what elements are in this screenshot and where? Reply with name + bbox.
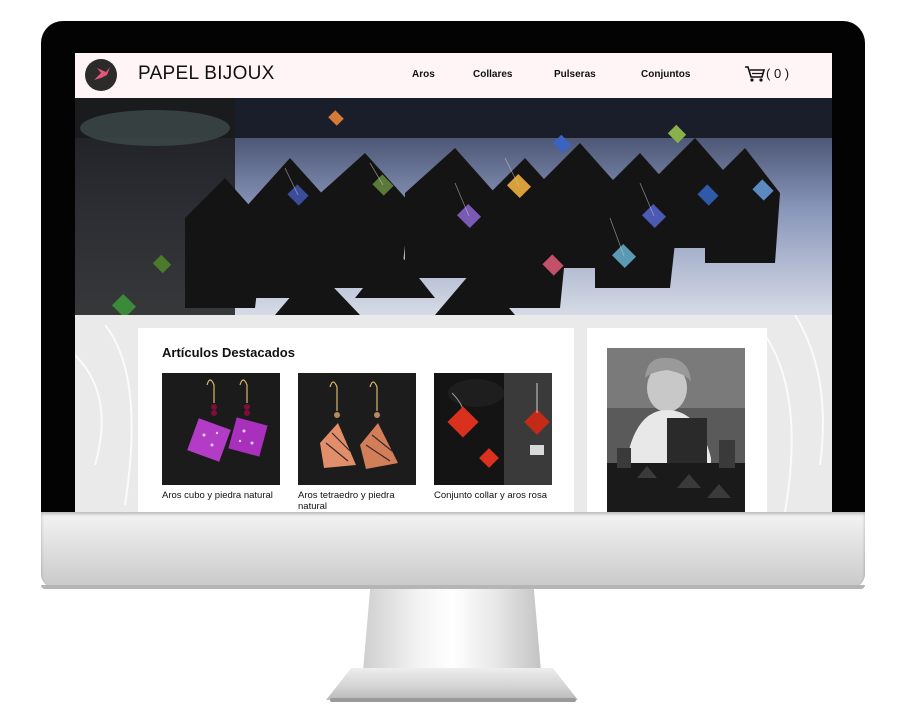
product-image[interactable] (434, 373, 552, 485)
nav-link-collares[interactable]: Collares (473, 69, 512, 80)
artist-photo (607, 348, 745, 512)
nav-link-aros[interactable]: Aros (412, 69, 435, 80)
product-card[interactable]: Aros cubo y piedra natural (162, 373, 283, 501)
featured-products-card: Artículos Destacados Aros cubo y piedra … (138, 328, 574, 512)
monitor-stand-base (326, 668, 578, 700)
monitor-chin (41, 512, 865, 588)
hero-banner-image (75, 98, 832, 315)
earrings-photo (162, 373, 280, 485)
monitor-screen: PAPEL BIJOUX Aros Collares Pulseras Conj… (75, 53, 832, 512)
product-name[interactable]: Aros tetraedro y piedra natural (298, 490, 419, 512)
product-name[interactable]: Aros cubo y piedra natural (162, 490, 283, 501)
cart-button[interactable]: ( 0 ) (744, 65, 789, 83)
monitor-stand-neck (363, 589, 541, 671)
cart-count: ( 0 ) (766, 66, 790, 81)
jewelry-display-photo (75, 98, 832, 315)
earrings-photo (298, 373, 416, 485)
product-card[interactable]: Aros tetraedro y piedra natural (298, 373, 419, 512)
product-card[interactable]: Conjunto collar y aros rosa (434, 373, 555, 501)
brand-name[interactable]: PAPEL BIJOUX (138, 63, 275, 85)
shopping-cart-icon (745, 66, 766, 82)
monitor-chin-edge (41, 585, 865, 589)
product-name[interactable]: Conjunto collar y aros rosa (434, 490, 555, 501)
necklace-set-photo (434, 373, 552, 485)
product-image[interactable] (298, 373, 416, 485)
site-logo[interactable] (85, 59, 117, 91)
featured-title: Artículos Destacados (162, 345, 295, 360)
nav-link-conjuntos[interactable]: Conjuntos (641, 69, 690, 80)
artist-card (587, 328, 767, 512)
monitor-stand-shadow (330, 698, 576, 702)
product-image[interactable] (162, 373, 280, 485)
nav-link-pulseras[interactable]: Pulseras (554, 69, 596, 80)
navbar: PAPEL BIJOUX Aros Collares Pulseras Conj… (75, 53, 832, 99)
artist-photo-image (607, 348, 745, 512)
hummingbird-icon (94, 67, 110, 80)
